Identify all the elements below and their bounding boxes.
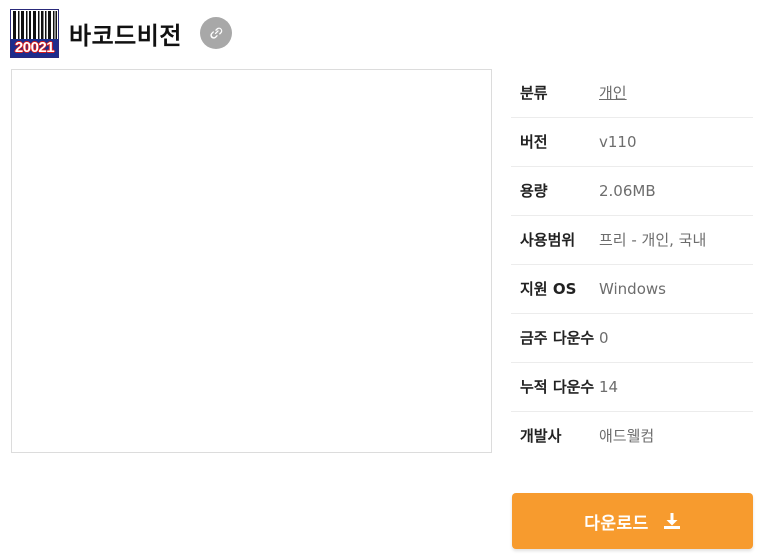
info-value: 애드웰컴 [599, 427, 655, 445]
barcode-icon [13, 10, 57, 40]
info-key: 용량 [520, 182, 548, 200]
info-row-version: 버전 v110 [511, 118, 753, 167]
info-row-os: 지원 OS Windows [511, 265, 753, 314]
info-value: v110 [599, 133, 637, 151]
info-value: Windows [599, 280, 666, 298]
info-row-weekly-downloads: 금주 다운수 0 [511, 314, 753, 363]
info-value: 프리 - 개인, 국내 [599, 231, 707, 249]
info-row-developer: 개발사 애드웰컴 [511, 412, 753, 460]
app-title: 바코드비전 [69, 21, 182, 50]
download-icon [663, 512, 681, 530]
info-value: 14 [599, 378, 619, 396]
info-key: 사용범위 [520, 231, 576, 249]
info-key: 누적 다운수 [520, 378, 595, 396]
app-icon-number: 20021 [11, 38, 58, 57]
info-value: 0 [599, 329, 609, 347]
info-row-total-downloads: 누적 다운수 14 [511, 363, 753, 412]
info-key: 금주 다운수 [520, 329, 595, 347]
info-row-category: 분류 개인 [511, 69, 753, 118]
info-value: 2.06MB [599, 182, 656, 200]
download-button-label: 다운로드 [584, 513, 649, 534]
program-detail-page: 20021 바코드비전 분류 개인 버전 v110 용량 2.06MB 사용범위… [0, 0, 766, 560]
info-row-size: 용량 2.06MB [511, 167, 753, 216]
info-key: 분류 [520, 84, 548, 102]
barcode-app-icon: 20021 [10, 8, 59, 58]
download-button[interactable]: 다운로드 [512, 493, 753, 549]
info-key: 버전 [520, 133, 548, 151]
copy-link-button[interactable] [199, 17, 232, 49]
info-key: 지원 OS [520, 280, 577, 298]
link-icon [210, 27, 223, 39]
screenshot-preview [11, 69, 492, 453]
category-link[interactable]: 개인 [599, 81, 627, 105]
program-info-table: 분류 개인 버전 v110 용량 2.06MB 사용범위 프리 - 개인, 국내… [511, 69, 753, 460]
info-key: 개발사 [520, 427, 562, 445]
header: 20021 바코드비전 [10, 8, 232, 58]
info-row-license: 사용범위 프리 - 개인, 국내 [511, 216, 753, 265]
